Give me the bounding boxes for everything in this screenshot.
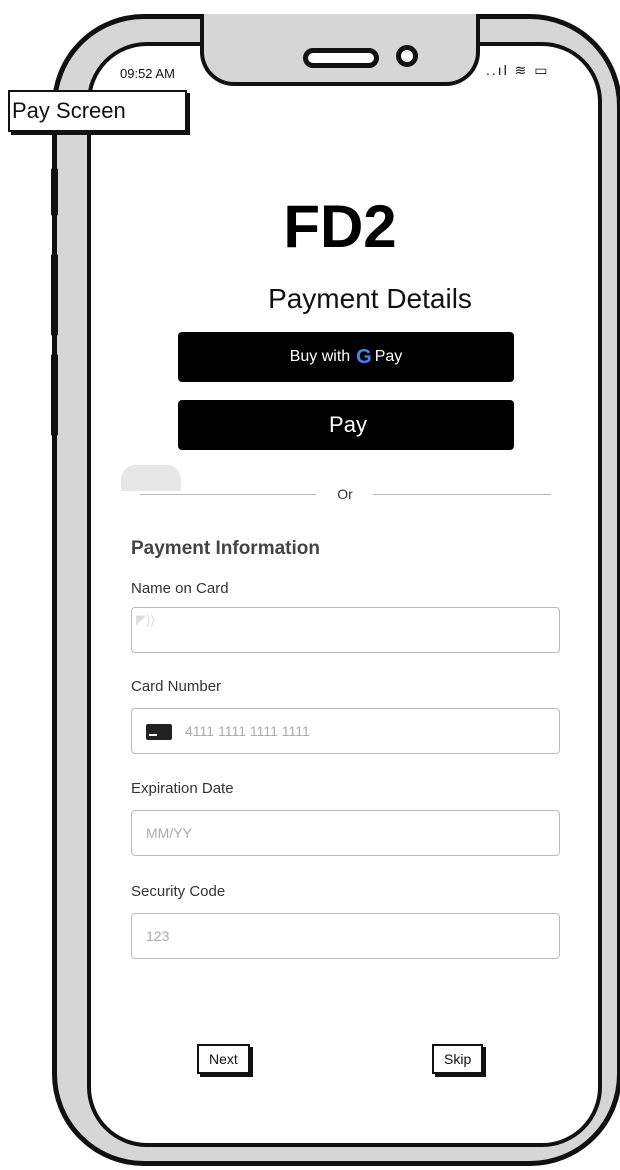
card-number-field[interactable] — [131, 708, 560, 754]
security-code-field[interactable] — [131, 913, 560, 959]
google-pay-prefix: Buy with — [289, 348, 351, 365]
skip-button[interactable]: Skip — [432, 1044, 484, 1074]
status-time: 09:52 AM — [120, 66, 175, 81]
card-number-label: Card Number — [131, 678, 222, 695]
google-pay-label: Pay — [374, 348, 403, 365]
divider-line-right — [373, 494, 551, 495]
app-title: FD2 — [283, 193, 397, 260]
payment-information-title: Payment Information — [131, 538, 320, 559]
credit-card-icon — [146, 724, 172, 740]
phone-volume-up — [51, 254, 58, 336]
ghost-tab — [121, 465, 181, 491]
name-on-card-field[interactable] — [131, 607, 560, 653]
page-subtitle: Payment Details — [268, 283, 472, 314]
apple-pay-label: Pay — [329, 412, 367, 437]
screen-label: Pay Screen — [8, 90, 187, 132]
divider-line-left — [140, 494, 316, 495]
expiration-date-field[interactable] — [131, 810, 560, 856]
speaker-grille — [303, 48, 379, 68]
expiration-date-label: Expiration Date — [131, 780, 234, 797]
apple-pay-button[interactable]: Pay — [178, 400, 514, 450]
status-icons: ..ıl ≋ ▭ — [486, 62, 550, 78]
security-code-label: Security Code — [131, 883, 226, 900]
name-on-card-label: Name on Card — [131, 580, 229, 597]
google-pay-button[interactable]: Buy with G Pay — [178, 332, 514, 382]
front-camera — [396, 45, 418, 67]
divider-or-text: Or — [337, 486, 353, 502]
phone-side-button — [51, 168, 58, 216]
speaker-icon: ◤)) — [136, 612, 155, 627]
next-button[interactable]: Next — [197, 1044, 250, 1074]
google-g-icon: G — [356, 345, 372, 368]
phone-volume-down — [51, 354, 58, 436]
